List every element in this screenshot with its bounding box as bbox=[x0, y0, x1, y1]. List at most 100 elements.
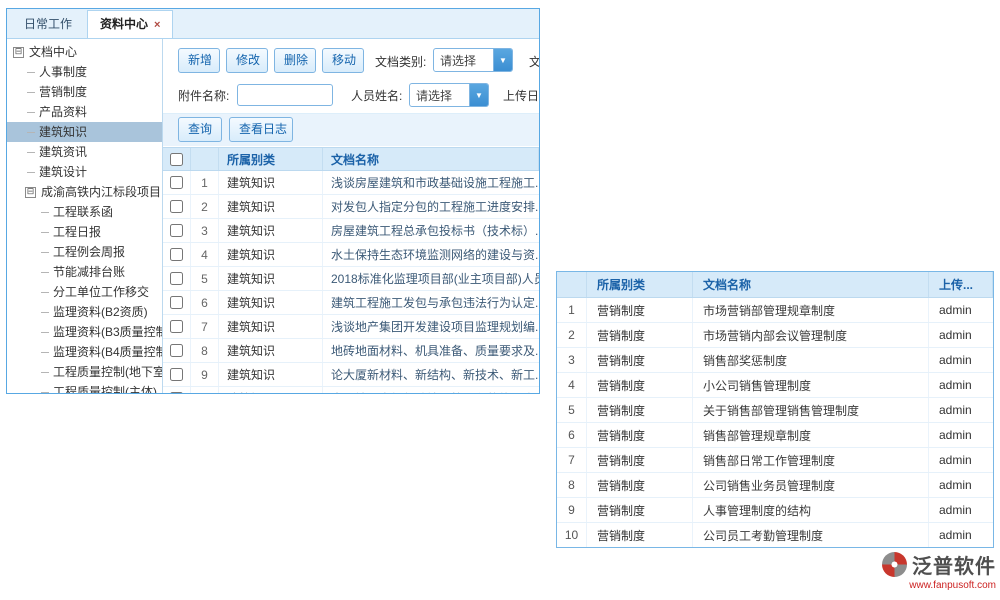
cell-uploader: admin bbox=[929, 498, 993, 522]
row-checkbox[interactable] bbox=[170, 200, 183, 213]
table-row[interactable]: 5 建筑知识 2018标准化监理项目部(业主项目部)人员... bbox=[163, 267, 539, 291]
add-button[interactable]: 新增 bbox=[178, 48, 220, 73]
collapse-icon[interactable]: ⊟ bbox=[13, 47, 24, 58]
tree-item-weekly-meeting[interactable]: 工程例会周报 bbox=[7, 242, 162, 262]
cell-doc-name: 公司员工考勤管理制度 bbox=[693, 523, 929, 547]
tree-item-supervision-b2[interactable]: 监理资料(B2资质) bbox=[7, 302, 162, 322]
tree-item-supervision-b3[interactable]: 监理资料(B3质量控制) bbox=[7, 322, 162, 342]
table-row[interactable]: 9 营销制度 人事管理制度的结构 admin bbox=[557, 498, 993, 523]
delete-button[interactable]: 删除 bbox=[274, 48, 316, 73]
cell-category: 建筑知识 bbox=[219, 219, 323, 242]
cell-category: 营销制度 bbox=[587, 398, 693, 422]
table-row[interactable]: 4 建筑知识 水土保持生态环境监测网络的建设与资... bbox=[163, 243, 539, 267]
doc-name-header: 文档名称 bbox=[323, 148, 539, 170]
tree-item-marketing-policy[interactable]: 营销制度 bbox=[7, 82, 162, 102]
move-button[interactable]: 移动 bbox=[322, 48, 364, 73]
tree-item-energy-ledger[interactable]: 节能减排台账 bbox=[7, 262, 162, 282]
tree-tick bbox=[41, 372, 49, 373]
table-row[interactable]: 1 建筑知识 浅谈房屋建筑和市政基础设施工程施工... bbox=[163, 171, 539, 195]
table-row[interactable]: 1 营销制度 市场营销部管理规章制度 admin bbox=[557, 298, 993, 323]
tree-item-building-design[interactable]: 建筑设计 bbox=[7, 162, 162, 182]
attachment-name-input[interactable] bbox=[237, 84, 333, 106]
vendor-logo[interactable]: 泛普软件 www.fanpusoft.com bbox=[872, 550, 996, 591]
tree-item-building-knowledge[interactable]: 建筑知识 bbox=[7, 122, 162, 142]
cell-doc-name: 市场营销内部会议管理制度 bbox=[693, 323, 929, 347]
tree-item-quality-basement[interactable]: 工程质量控制(地下室) bbox=[7, 362, 162, 382]
table-row[interactable]: 10 建筑知识 大厦地下室加气砼墙砌筑工程的施工方... bbox=[163, 387, 539, 393]
cell-category: 建筑知识 bbox=[219, 363, 323, 386]
tree-root-label: 文档中心 bbox=[29, 42, 77, 62]
collapse-icon[interactable]: ⊟ bbox=[25, 187, 36, 198]
row-checkbox[interactable] bbox=[170, 320, 183, 333]
query-button[interactable]: 查询 bbox=[178, 117, 222, 142]
cell-no: 4 bbox=[191, 243, 219, 266]
close-icon[interactable]: × bbox=[154, 19, 160, 31]
tree-item-supervision-b4[interactable]: 监理资料(B4质量控制) bbox=[7, 342, 162, 362]
tree-item-daily-report[interactable]: 工程日报 bbox=[7, 222, 162, 242]
category-header: 所属别类 bbox=[219, 148, 323, 170]
category-header: 所属别类 bbox=[587, 272, 693, 297]
tree-tick bbox=[41, 272, 49, 273]
cell-category: 建筑知识 bbox=[219, 171, 323, 194]
cell-no: 8 bbox=[191, 339, 219, 362]
tree-item-building-news[interactable]: 建筑资讯 bbox=[7, 142, 162, 162]
person-name-select[interactable]: 请选择 ▼ bbox=[409, 83, 489, 107]
cell-no: 10 bbox=[557, 523, 587, 547]
table-row[interactable]: 9 建筑知识 论大厦新材料、新结构、新技术、新工... bbox=[163, 363, 539, 387]
select-all-checkbox[interactable] bbox=[170, 153, 183, 166]
tree-item-contact-letter[interactable]: 工程联系函 bbox=[7, 202, 162, 222]
table-row[interactable]: 8 营销制度 公司销售业务员管理制度 admin bbox=[557, 473, 993, 498]
tree-item-quality-main[interactable]: 工程质量控制(主体) bbox=[7, 382, 162, 393]
tab-data-center[interactable]: 资料中心 × bbox=[87, 10, 173, 38]
vendor-name: 泛普软件 bbox=[912, 550, 996, 579]
tab-data-center-label: 资料中心 bbox=[100, 17, 148, 31]
vendor-url[interactable]: www.fanpusoft.com bbox=[872, 580, 996, 591]
cell-category: 营销制度 bbox=[587, 498, 693, 522]
row-checkbox[interactable] bbox=[170, 344, 183, 357]
row-checkbox[interactable] bbox=[170, 224, 183, 237]
tree-root-document-center[interactable]: ⊟ 文档中心 bbox=[7, 42, 162, 62]
tree-tick bbox=[41, 392, 49, 393]
row-checkbox[interactable] bbox=[170, 272, 183, 285]
table-row[interactable]: 5 营销制度 关于销售部管理销售管理制度 admin bbox=[557, 398, 993, 423]
table-row[interactable]: 4 营销制度 小公司销售管理制度 admin bbox=[557, 373, 993, 398]
edit-button[interactable]: 修改 bbox=[226, 48, 268, 73]
table-row[interactable]: 3 营销制度 销售部奖惩制度 admin bbox=[557, 348, 993, 373]
cell-uploader: admin bbox=[929, 423, 993, 447]
documents-table: 所属别类 文档名称 1 建筑知识 浅谈房屋建筑和市政基础设施工程施工... 2 … bbox=[163, 147, 539, 393]
cell-doc-name: 大厦地下室加气砼墙砌筑工程的施工方... bbox=[323, 387, 539, 393]
row-checkbox[interactable] bbox=[170, 176, 183, 189]
tab-bar: 日常工作 资料中心 × bbox=[7, 9, 539, 39]
table-row[interactable]: 8 建筑知识 地砖地面材料、机具准备、质量要求及... bbox=[163, 339, 539, 363]
doc-type-select[interactable]: 请选择 ▼ bbox=[433, 48, 513, 72]
tree-tick bbox=[27, 152, 35, 153]
table-row[interactable]: 6 建筑知识 建筑工程施工发包与承包违法行为认定... bbox=[163, 291, 539, 315]
table-row[interactable]: 7 建筑知识 浅谈地产集团开发建设项目监理规划编... bbox=[163, 315, 539, 339]
row-checkbox[interactable] bbox=[170, 392, 183, 393]
tree-item-work-transfer[interactable]: 分工单位工作移交 bbox=[7, 282, 162, 302]
marketing-docs-table: 所属别类 文档名称 上传... 1 营销制度 市场营销部管理规章制度 admin… bbox=[556, 271, 994, 548]
cell-no: 6 bbox=[557, 423, 587, 447]
row-checkbox[interactable] bbox=[170, 296, 183, 309]
cell-no: 4 bbox=[557, 373, 587, 397]
tree-item-hr-policy[interactable]: 人事制度 bbox=[7, 62, 162, 82]
main-panel: 新增 修改 删除 移动 文档类别: 请选择 ▼ 文档名称: 附件名称: 人员姓名… bbox=[163, 39, 539, 393]
uploader-header: 上传... bbox=[929, 272, 993, 297]
cell-doc-name: 关于销售部管理销售管理制度 bbox=[693, 398, 929, 422]
table-row[interactable]: 3 建筑知识 房屋建筑工程总承包投标书（技术标）... bbox=[163, 219, 539, 243]
view-log-button[interactable]: 查看日志 bbox=[229, 117, 293, 142]
tree-tick bbox=[41, 252, 49, 253]
row-checkbox[interactable] bbox=[170, 368, 183, 381]
cell-uploader: admin bbox=[929, 348, 993, 372]
tree-item-product-data[interactable]: 产品资料 bbox=[7, 102, 162, 122]
table-row[interactable]: 10 营销制度 公司员工考勤管理制度 admin bbox=[557, 523, 993, 548]
table-row[interactable]: 7 营销制度 销售部日常工作管理制度 admin bbox=[557, 448, 993, 473]
row-checkbox[interactable] bbox=[170, 248, 183, 261]
table-row[interactable]: 2 营销制度 市场营销内部会议管理制度 admin bbox=[557, 323, 993, 348]
tab-daily-work[interactable]: 日常工作 bbox=[11, 10, 85, 38]
table-row[interactable]: 2 建筑知识 对发包人指定分包的工程施工进度安排... bbox=[163, 195, 539, 219]
cell-no: 2 bbox=[191, 195, 219, 218]
table-row[interactable]: 6 营销制度 销售部管理规章制度 admin bbox=[557, 423, 993, 448]
tree-root-project[interactable]: ⊟ 成渝高铁内江标段项目 bbox=[7, 182, 162, 202]
tree-tick bbox=[27, 172, 35, 173]
